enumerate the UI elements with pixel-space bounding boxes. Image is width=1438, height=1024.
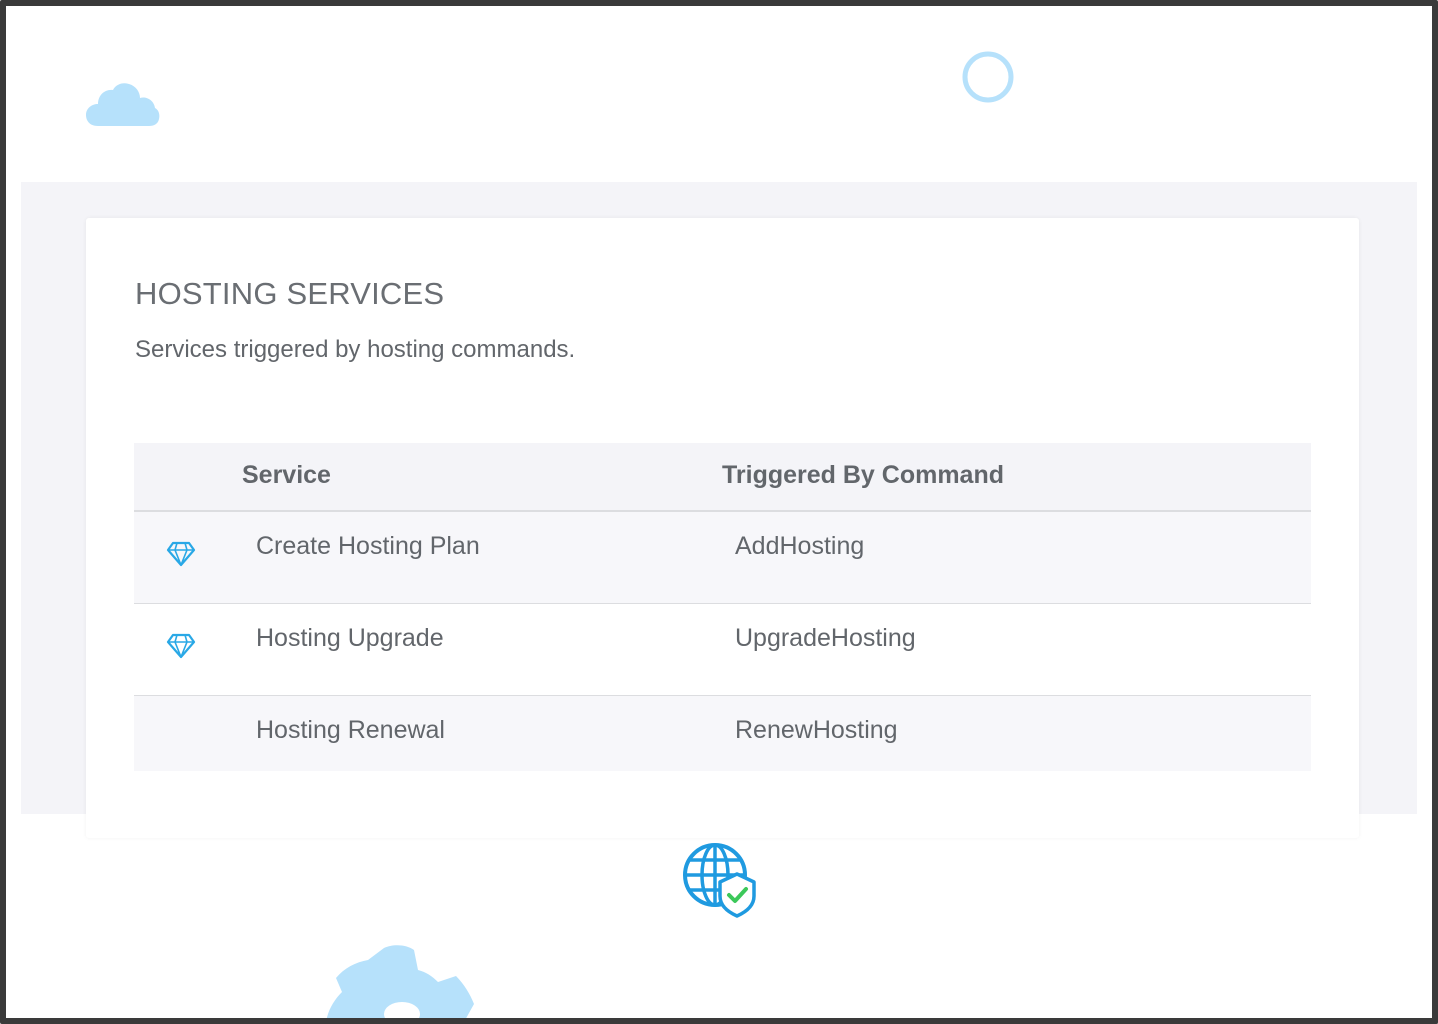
cloud-icon bbox=[86, 82, 160, 133]
page-subtitle: Services triggered by hosting commands. bbox=[135, 336, 576, 363]
command-name: UpgradeHosting bbox=[735, 624, 916, 652]
globe-shield-icon bbox=[682, 842, 760, 925]
service-name: Create Hosting Plan bbox=[256, 532, 480, 560]
gear-icon bbox=[314, 942, 484, 1018]
column-header-command: Triggered By Command bbox=[722, 461, 1004, 489]
column-header-service: Service bbox=[242, 461, 331, 489]
command-name: AddHosting bbox=[735, 532, 865, 560]
page-title: HOSTING SERVICES bbox=[135, 276, 445, 311]
service-name: Hosting Upgrade bbox=[256, 624, 444, 652]
diamond-icon bbox=[166, 541, 196, 572]
service-name: Hosting Renewal bbox=[256, 716, 445, 744]
services-card: HOSTING SERVICES Services triggered by h… bbox=[86, 218, 1359, 838]
window-frame: HOSTING SERVICES Services triggered by h… bbox=[0, 0, 1438, 1024]
ring-icon bbox=[961, 50, 1017, 111]
services-table: Service Triggered By Command Create Host… bbox=[134, 443, 1311, 771]
table-row[interactable]: Hosting Renewal RenewHosting bbox=[134, 696, 1311, 771]
command-name: RenewHosting bbox=[735, 716, 898, 744]
table-row[interactable]: Create Hosting Plan AddHosting bbox=[134, 512, 1311, 604]
table-row[interactable]: Hosting Upgrade UpgradeHosting bbox=[134, 604, 1311, 696]
diamond-icon bbox=[166, 633, 196, 664]
table-header: Service Triggered By Command bbox=[134, 443, 1311, 512]
